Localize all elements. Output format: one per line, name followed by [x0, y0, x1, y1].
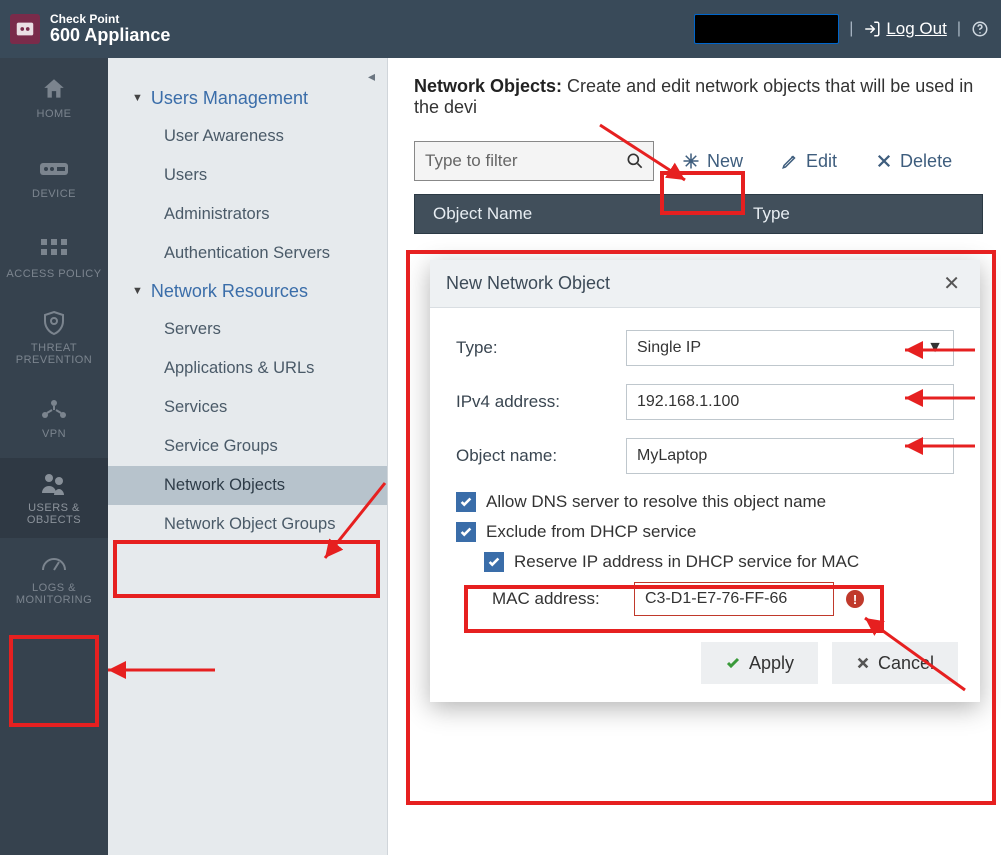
rail-access-policy[interactable]: ACCESS POLICY [0, 218, 108, 298]
rail-nav: HOME DEVICE ACCESS POLICY THREAT PREVENT… [0, 58, 108, 855]
page-title: Network Objects: [414, 76, 562, 96]
ipv4-input[interactable] [626, 384, 954, 420]
checkbox-checked-icon [456, 522, 476, 542]
dialog-title: New Network Object [446, 273, 610, 294]
tree-group-network-resources[interactable]: ▼ Network Resources [108, 273, 387, 310]
shield-icon [42, 310, 66, 336]
side-panel: ◂ ▼ Users Management User Awareness User… [108, 58, 388, 855]
collapse-panel-icon[interactable]: ◂ [368, 68, 375, 85]
separator: | [849, 20, 853, 38]
rail-logs-monitoring[interactable]: LOGS & MONITORING [0, 538, 108, 618]
x-icon [856, 656, 870, 670]
tree-item-apps-urls[interactable]: Applications & URLs [108, 349, 387, 388]
checkbox-checked-icon [456, 492, 476, 512]
error-icon: ! [846, 590, 864, 608]
network-icon [40, 396, 68, 422]
new-button[interactable]: New [672, 147, 753, 176]
logout-icon [863, 20, 881, 38]
checkbox-exclude-dhcp[interactable]: Exclude from DHCP service [456, 522, 954, 542]
tree-item-network-objects[interactable]: Network Objects [108, 466, 387, 505]
checkbox-allow-dns[interactable]: Allow DNS server to resolve this object … [456, 492, 954, 512]
delete-button[interactable]: Delete [865, 147, 962, 176]
device-icon [39, 156, 69, 182]
filter-placeholder: Type to filter [425, 151, 518, 171]
label-mac: MAC address: [492, 589, 622, 609]
account-redacted [694, 14, 839, 44]
rail-threat-prevention[interactable]: THREAT PREVENTION [0, 298, 108, 378]
help-icon[interactable] [971, 20, 989, 38]
x-icon [875, 152, 893, 170]
tree-item-servers[interactable]: Servers [108, 310, 387, 349]
pencil-icon [781, 152, 799, 170]
tree-item-auth-servers[interactable]: Authentication Servers [108, 234, 387, 273]
tree-item-service-groups[interactable]: Service Groups [108, 427, 387, 466]
object-name-input[interactable] [626, 438, 954, 474]
users-icon [40, 470, 68, 496]
check-icon [725, 655, 741, 671]
dialog-close-button[interactable]: ✕ [939, 267, 964, 300]
rail-users-objects[interactable]: USERS & OBJECTS [0, 458, 108, 538]
tree-item-users[interactable]: Users [108, 156, 387, 195]
checkbox-checked-icon [484, 552, 504, 572]
dialog-header: New Network Object ✕ [430, 260, 980, 308]
toolbar: Type to filter New Edit Delete [414, 140, 983, 182]
home-icon [41, 76, 67, 102]
caret-down-icon: ▼ [132, 92, 143, 104]
grid-icon [41, 236, 67, 262]
col-type[interactable]: Type [735, 204, 790, 224]
mac-address-input[interactable] [634, 582, 834, 616]
gauge-icon [40, 550, 68, 576]
tree-group-users-management[interactable]: ▼ Users Management [108, 80, 387, 117]
tree-item-services[interactable]: Services [108, 388, 387, 427]
col-object-name[interactable]: Object Name [415, 204, 735, 224]
logout-link[interactable]: Log Out [863, 19, 947, 39]
brand-text: Check Point 600 Appliance [50, 13, 170, 46]
separator: | [957, 20, 961, 38]
search-icon [625, 151, 645, 176]
checkbox-reserve-mac[interactable]: Reserve IP address in DHCP service for M… [484, 552, 954, 572]
rail-device[interactable]: DEVICE [0, 138, 108, 218]
star-icon [682, 152, 700, 170]
tree-item-user-awareness[interactable]: User Awareness [108, 117, 387, 156]
rail-home[interactable]: HOME [0, 58, 108, 138]
label-object-name: Object name: [456, 446, 626, 466]
top-bar: Check Point 600 Appliance | Log Out | [0, 0, 1001, 58]
brand-line-2: 600 Appliance [50, 26, 170, 46]
brand-line-1: Check Point [50, 13, 170, 26]
new-network-object-dialog: New Network Object ✕ Type: Single IP ▼ I… [430, 260, 980, 702]
brand-logo [10, 14, 40, 44]
label-type: Type: [456, 338, 626, 358]
edit-button[interactable]: Edit [771, 147, 847, 176]
type-select[interactable]: Single IP ▼ [626, 330, 954, 366]
caret-down-icon: ▼ [132, 285, 143, 297]
tree-item-network-object-groups[interactable]: Network Object Groups [108, 505, 387, 544]
label-ipv4: IPv4 address: [456, 392, 626, 412]
table-header: Object Name Type [414, 194, 983, 234]
page-intro: Network Objects: Create and edit network… [414, 76, 983, 118]
apply-button[interactable]: Apply [701, 642, 818, 684]
tree-item-administrators[interactable]: Administrators [108, 195, 387, 234]
logo-icon [14, 18, 36, 40]
chevron-down-icon: ▼ [927, 339, 943, 357]
filter-input[interactable]: Type to filter [414, 141, 654, 181]
rail-vpn[interactable]: VPN [0, 378, 108, 458]
cancel-button[interactable]: Cancel [832, 642, 958, 684]
